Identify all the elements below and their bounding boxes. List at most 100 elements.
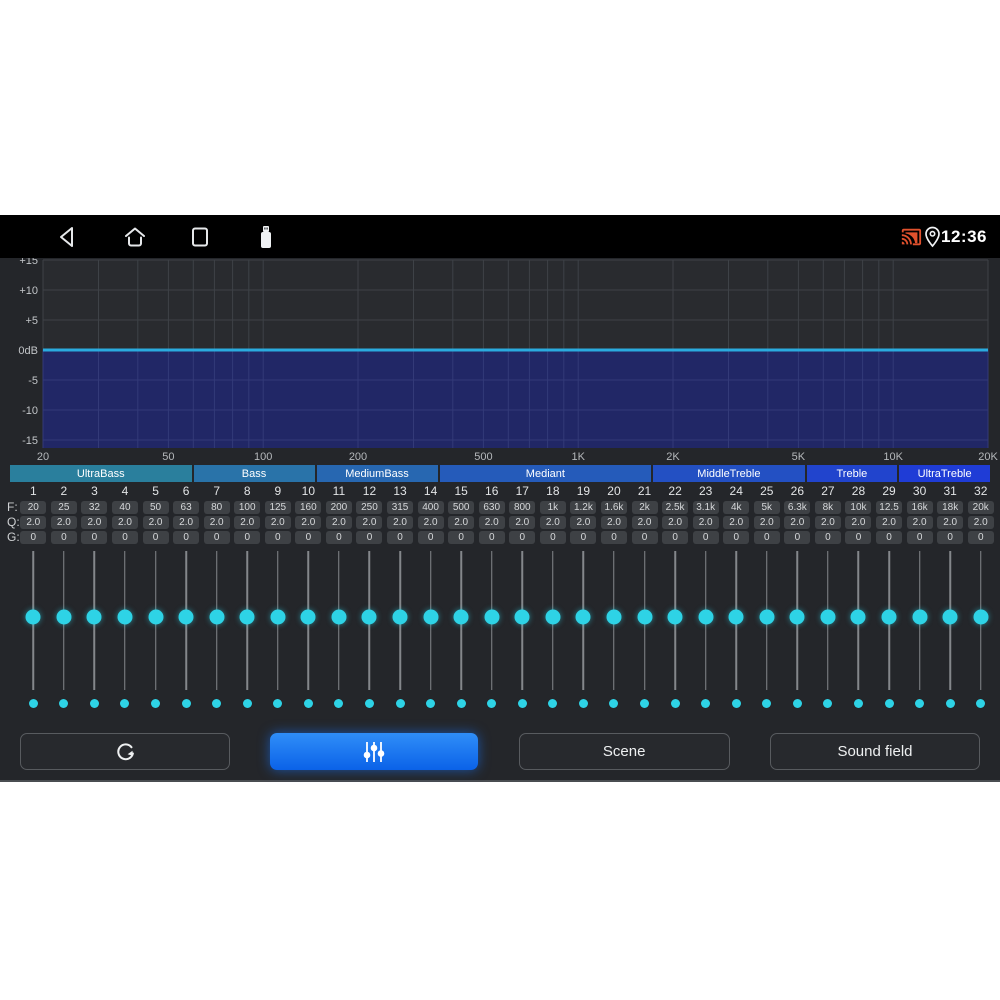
channel-dot[interactable]: [823, 699, 833, 708]
channel-dot[interactable]: [762, 699, 772, 708]
gain-slider[interactable]: [415, 551, 446, 690]
channel-dot[interactable]: [945, 699, 955, 708]
gain-slider[interactable]: [293, 551, 324, 690]
gain-slider[interactable]: [140, 551, 171, 690]
slider-knob[interactable]: [698, 609, 714, 625]
slider-knob[interactable]: [56, 609, 72, 625]
channel-dot[interactable]: [28, 699, 38, 708]
slider-knob[interactable]: [759, 609, 775, 625]
gain-slider[interactable]: [18, 551, 49, 690]
channel-dot[interactable]: [181, 699, 191, 708]
slider-knob[interactable]: [545, 609, 561, 625]
usb-icon[interactable]: [254, 215, 278, 258]
back-icon[interactable]: [52, 215, 82, 258]
channel-dot[interactable]: [151, 699, 161, 708]
slider-knob[interactable]: [973, 609, 989, 625]
gain-slider[interactable]: [232, 551, 263, 690]
slider-knob[interactable]: [361, 609, 377, 625]
channel-dot[interactable]: [242, 699, 252, 708]
equalizer-button[interactable]: [270, 733, 479, 770]
slider-knob[interactable]: [484, 609, 500, 625]
channel-dot[interactable]: [59, 699, 69, 708]
slider-knob[interactable]: [912, 609, 928, 625]
gain-slider[interactable]: [874, 551, 905, 690]
slider-knob[interactable]: [881, 609, 897, 625]
gain-slider[interactable]: [904, 551, 935, 690]
channel-dot[interactable]: [517, 699, 527, 708]
gain-slider[interactable]: [171, 551, 202, 690]
recents-icon[interactable]: [186, 215, 214, 258]
slider-knob[interactable]: [514, 609, 530, 625]
gain-slider[interactable]: [263, 551, 294, 690]
channel-dot[interactable]: [364, 699, 374, 708]
channel-dot[interactable]: [426, 699, 436, 708]
gain-slider[interactable]: [965, 551, 996, 690]
slider-knob[interactable]: [728, 609, 744, 625]
channel-dot[interactable]: [120, 699, 130, 708]
gain-slider[interactable]: [49, 551, 80, 690]
gain-slider[interactable]: [660, 551, 691, 690]
slider-knob[interactable]: [25, 609, 41, 625]
slider-knob[interactable]: [423, 609, 439, 625]
slider-knob[interactable]: [270, 609, 286, 625]
channel-dot[interactable]: [89, 699, 99, 708]
reset-button[interactable]: [20, 733, 230, 770]
gain-slider[interactable]: [110, 551, 141, 690]
gain-slider[interactable]: [629, 551, 660, 690]
slider-knob[interactable]: [850, 609, 866, 625]
channel-dot[interactable]: [487, 699, 497, 708]
channel-dot[interactable]: [548, 699, 558, 708]
gain-slider[interactable]: [568, 551, 599, 690]
channel-dot[interactable]: [915, 699, 925, 708]
gain-slider[interactable]: [507, 551, 538, 690]
slider-knob[interactable]: [86, 609, 102, 625]
gain-slider[interactable]: [813, 551, 844, 690]
channel-dot[interactable]: [303, 699, 313, 708]
channel-dot[interactable]: [792, 699, 802, 708]
channel-dot[interactable]: [853, 699, 863, 708]
slider-knob[interactable]: [453, 609, 469, 625]
slider-knob[interactable]: [820, 609, 836, 625]
sound-field-button[interactable]: Sound field: [769, 733, 980, 770]
gain-slider[interactable]: [599, 551, 630, 690]
gain-slider[interactable]: [538, 551, 569, 690]
channel-dot[interactable]: [670, 699, 680, 708]
slider-knob[interactable]: [178, 609, 194, 625]
slider-knob[interactable]: [392, 609, 408, 625]
slider-knob[interactable]: [300, 609, 316, 625]
slider-knob[interactable]: [575, 609, 591, 625]
slider-knob[interactable]: [148, 609, 164, 625]
gain-slider[interactable]: [385, 551, 416, 690]
gain-slider[interactable]: [324, 551, 355, 690]
channel-dot[interactable]: [578, 699, 588, 708]
slider-knob[interactable]: [117, 609, 133, 625]
channel-dot[interactable]: [976, 699, 986, 708]
channel-dot[interactable]: [609, 699, 619, 708]
home-icon[interactable]: [119, 215, 151, 258]
slider-knob[interactable]: [789, 609, 805, 625]
location-icon[interactable]: [922, 215, 942, 258]
gain-slider[interactable]: [935, 551, 966, 690]
slider-knob[interactable]: [331, 609, 347, 625]
slider-knob[interactable]: [637, 609, 653, 625]
slider-knob[interactable]: [606, 609, 622, 625]
slider-knob[interactable]: [209, 609, 225, 625]
channel-dot[interactable]: [701, 699, 711, 708]
gain-slider[interactable]: [79, 551, 110, 690]
slider-knob[interactable]: [667, 609, 683, 625]
channel-dot[interactable]: [273, 699, 283, 708]
channel-dot[interactable]: [640, 699, 650, 708]
slider-knob[interactable]: [239, 609, 255, 625]
gain-slider[interactable]: [752, 551, 783, 690]
gain-slider[interactable]: [476, 551, 507, 690]
gain-slider[interactable]: [354, 551, 385, 690]
gain-slider[interactable]: [843, 551, 874, 690]
channel-dot[interactable]: [456, 699, 466, 708]
channel-dot[interactable]: [212, 699, 222, 708]
channel-dot[interactable]: [731, 699, 741, 708]
channel-dot[interactable]: [395, 699, 405, 708]
scene-button[interactable]: Scene: [518, 733, 730, 770]
slider-knob[interactable]: [942, 609, 958, 625]
gain-slider[interactable]: [201, 551, 232, 690]
gain-slider[interactable]: [721, 551, 752, 690]
